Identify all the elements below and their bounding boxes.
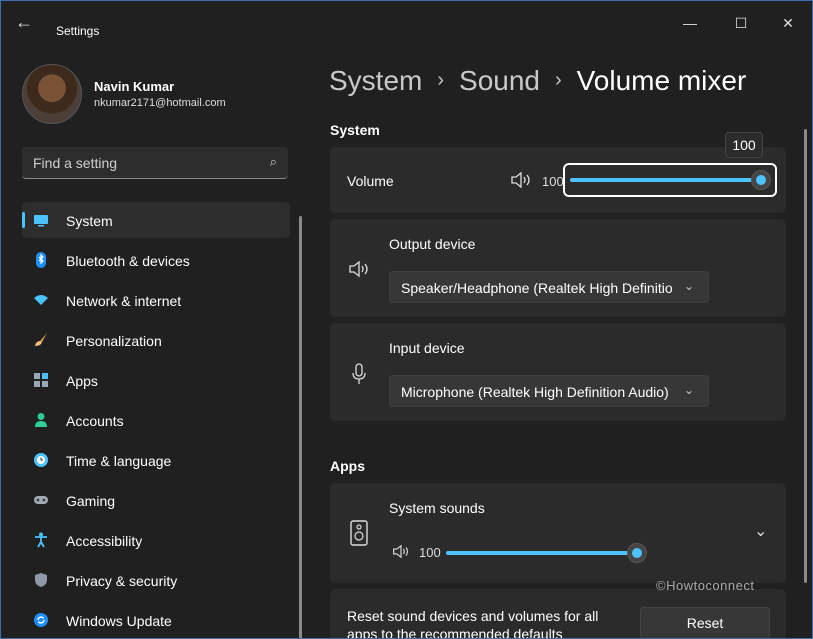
system-sounds-label: System sounds <box>389 500 485 516</box>
sidebar-item-label: Accounts <box>66 413 124 429</box>
system-sounds-card: System sounds 100 ⌄ <box>330 483 786 583</box>
apps-section-title: Apps <box>330 458 365 474</box>
sidebar-item-bluetooth[interactable]: Bluetooth & devices <box>22 242 290 278</box>
sidebar-nav: System Bluetooth & devices Network & int… <box>22 202 290 638</box>
sidebar-item-personalization[interactable]: Personalization <box>22 322 290 358</box>
sidebar-item-apps[interactable]: Apps <box>22 362 290 398</box>
main-scrollbar[interactable] <box>804 129 807 583</box>
sidebar-item-label: Accessibility <box>66 533 143 549</box>
update-icon <box>34 613 48 627</box>
sidebar-item-accounts[interactable]: Accounts <box>22 402 290 438</box>
system-sounds-slider-track <box>446 551 638 555</box>
volume-slider[interactable] <box>563 163 777 197</box>
speaker-icon[interactable] <box>510 171 532 189</box>
microphone-icon <box>352 363 366 384</box>
wifi-icon <box>34 295 48 305</box>
reset-description-line2: apps to the recommended defaults <box>347 626 563 639</box>
sidebar-item-network[interactable]: Network & internet <box>22 282 290 318</box>
person-icon <box>35 413 47 427</box>
output-device-dropdown[interactable]: Speaker/Headphone (Realtek High Definiti… <box>389 271 709 303</box>
sidebar-item-label: Apps <box>66 373 98 389</box>
speaker-device-icon <box>350 520 368 546</box>
output-device-label: Output device <box>389 236 476 252</box>
user-name: Navin Kumar <box>94 79 175 94</box>
back-arrow-icon[interactable]: ← <box>13 13 35 33</box>
volume-slider-track <box>570 178 758 182</box>
search-input[interactable] <box>22 147 265 179</box>
sidebar-item-time-language[interactable]: Time & language <box>22 442 290 478</box>
sidebar-item-accessibility[interactable]: Accessibility <box>22 522 290 558</box>
sidebar-item-gaming[interactable]: Gaming <box>22 482 290 518</box>
chevron-right-icon: › <box>437 69 445 91</box>
input-device-value: Microphone (Realtek High Definition Audi… <box>401 384 669 400</box>
chevron-down-icon: ⌄ <box>683 383 694 397</box>
sidebar-item-label: Windows Update <box>66 613 172 629</box>
minimize-button[interactable]: — <box>667 7 713 39</box>
sidebar-item-label: Bluetooth & devices <box>66 253 190 269</box>
main-content: System › Sound › Volume mixer System Volume … <box>306 45 812 638</box>
monitor-icon <box>34 215 48 227</box>
search-icon[interactable]: ⌕ <box>270 154 277 170</box>
volume-slider-thumb[interactable] <box>751 170 771 190</box>
sidebar-item-windows-update[interactable]: Windows Update <box>22 602 290 638</box>
reset-description-line1: Reset sound devices and volumes for all <box>347 608 599 624</box>
sidebar-item-label: Time & language <box>66 453 172 469</box>
output-device-value: Speaker/Headphone (Realtek High Definiti… <box>401 280 673 296</box>
breadcrumb: System › Sound › Volume mixer <box>329 65 746 97</box>
volume-value: 100 <box>542 174 564 189</box>
system-sounds-value: 100 <box>419 545 441 560</box>
input-device-dropdown[interactable]: Microphone (Realtek High Definition Audi… <box>389 375 709 407</box>
input-device-card: Input device Microphone (Realtek High De… <box>330 323 786 421</box>
shield-icon <box>35 573 47 587</box>
input-device-label: Input device <box>389 340 465 356</box>
sidebar-scrollbar[interactable] <box>299 216 302 638</box>
maximize-button[interactable]: ☐ <box>718 7 764 39</box>
search-box[interactable]: ⌕ <box>22 147 288 179</box>
chevron-right-icon: › <box>555 69 562 91</box>
chevron-down-icon: ⌄ <box>683 279 694 293</box>
speaker-icon <box>349 260 368 278</box>
user-email: nkumar2171@hotmail.com <box>94 97 226 109</box>
reset-button[interactable]: Reset <box>640 607 770 638</box>
page-title: Volume mixer <box>576 65 747 96</box>
title-bar: ← Settings — ☐ ✕ <box>1 1 812 45</box>
gamepad-icon <box>34 496 48 504</box>
volume-tooltip: 100 <box>725 132 763 158</box>
sidebar-item-system[interactable]: System <box>22 202 290 238</box>
sidebar: Navin Kumar nkumar2171@hotmail.com ⌕ Sys… <box>1 45 306 638</box>
watermark: ©Howtoconnect <box>656 578 755 593</box>
system-sounds-slider-thumb[interactable] <box>627 543 647 563</box>
speaker-icon[interactable] <box>392 544 410 559</box>
sidebar-item-label: Network & internet <box>66 293 182 309</box>
bluetooth-icon <box>36 252 46 268</box>
breadcrumb-sound[interactable]: Sound <box>459 65 540 96</box>
apps-grid-icon <box>34 373 48 387</box>
volume-card: Volume 100 <box>330 147 786 213</box>
system-section-title: System <box>330 122 380 138</box>
close-button[interactable]: ✕ <box>765 7 811 39</box>
sidebar-item-label: Gaming <box>66 493 116 509</box>
volume-label: Volume <box>347 173 394 189</box>
paintbrush-icon <box>35 333 47 346</box>
chevron-down-icon[interactable]: ⌄ <box>754 521 767 541</box>
sidebar-item-label: Privacy & security <box>66 573 178 589</box>
output-device-card: Output device Speaker/Headphone (Realtek… <box>330 219 786 317</box>
sidebar-item-label: System <box>66 213 113 229</box>
accessibility-icon <box>35 532 47 548</box>
settings-window: ← Settings — ☐ ✕ Navin Kumar nkumar2171@… <box>0 0 813 639</box>
app-title: Settings <box>56 24 100 38</box>
avatar[interactable] <box>22 64 82 124</box>
sidebar-item-label: Personalization <box>66 333 162 349</box>
sidebar-item-privacy-security[interactable]: Privacy & security <box>22 562 290 598</box>
breadcrumb-system[interactable]: System <box>329 65 422 96</box>
globe-clock-icon <box>34 453 48 467</box>
